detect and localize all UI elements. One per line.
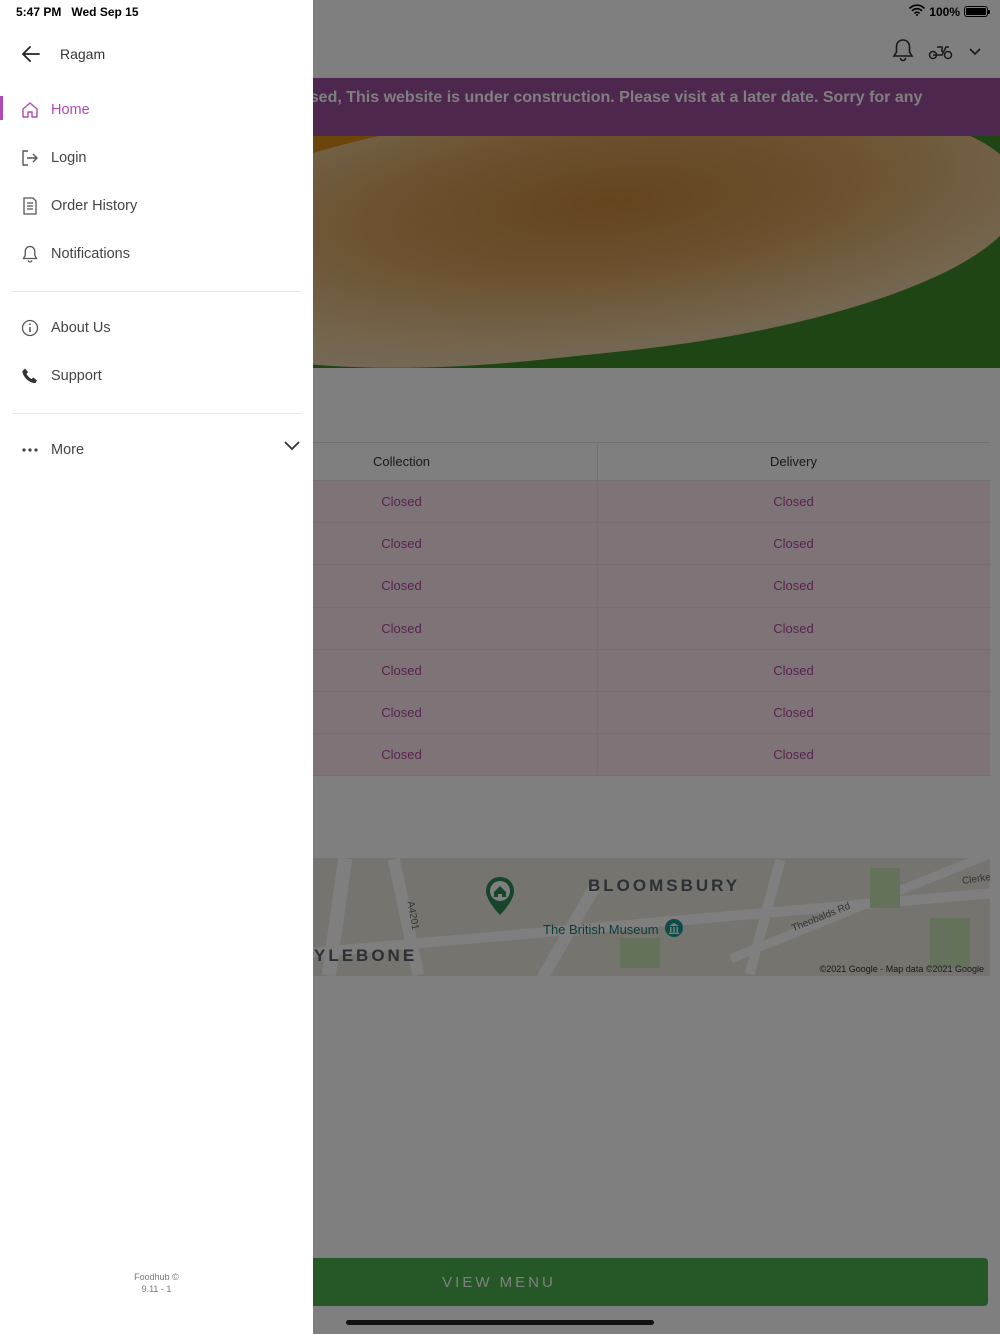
drawer-title: Ragam (60, 46, 106, 62)
chevron-down-icon[interactable] (283, 438, 301, 456)
nav-item-label: More (51, 442, 85, 458)
nav-item-about-us[interactable]: About Us (0, 304, 313, 352)
app-footer: Foodhub © 9.11 - 1 (0, 1271, 313, 1295)
status-bar: 5:47 PM Wed Sep 15 100% (0, 0, 1000, 24)
back-button[interactable] (14, 37, 48, 71)
phone-icon (20, 366, 40, 386)
nav-item-label: Order History (51, 198, 138, 214)
nav-item-label: About Us (51, 320, 111, 336)
navigation-drawer: Ragam Home Login Order History Notificat… (0, 0, 313, 1334)
receipt-icon (20, 196, 40, 216)
divider (12, 291, 301, 292)
login-icon (20, 148, 40, 168)
battery-percent: 100% (929, 4, 960, 19)
wifi-icon (909, 4, 926, 19)
info-icon (20, 318, 40, 338)
nav-item-login[interactable]: Login (0, 134, 313, 182)
battery-icon (964, 6, 990, 17)
nav-item-notifications[interactable]: Notifications (0, 230, 313, 278)
status-date: Wed Sep 15 (71, 5, 139, 19)
nav-item-label: Support (51, 368, 102, 384)
status-time: 5:47 PM (16, 5, 62, 19)
arrow-left-icon (22, 46, 40, 62)
nav-item-support[interactable]: Support (0, 352, 313, 400)
divider (12, 413, 301, 414)
footer-brand: Foodhub © (134, 1272, 179, 1282)
nav-item-label: Notifications (51, 246, 130, 262)
footer-version: 9.11 - 1 (141, 1284, 172, 1294)
nav-item-order-history[interactable]: Order History (0, 182, 313, 230)
nav-item-label: Home (51, 102, 90, 118)
home-indicator[interactable] (346, 1320, 654, 1325)
home-icon (20, 100, 40, 120)
nav-item-more[interactable]: More (0, 426, 313, 474)
nav-item-label: Login (51, 150, 87, 166)
more-dots-icon (20, 440, 40, 460)
bell-icon (20, 244, 40, 264)
nav-item-home[interactable]: Home (0, 86, 313, 134)
